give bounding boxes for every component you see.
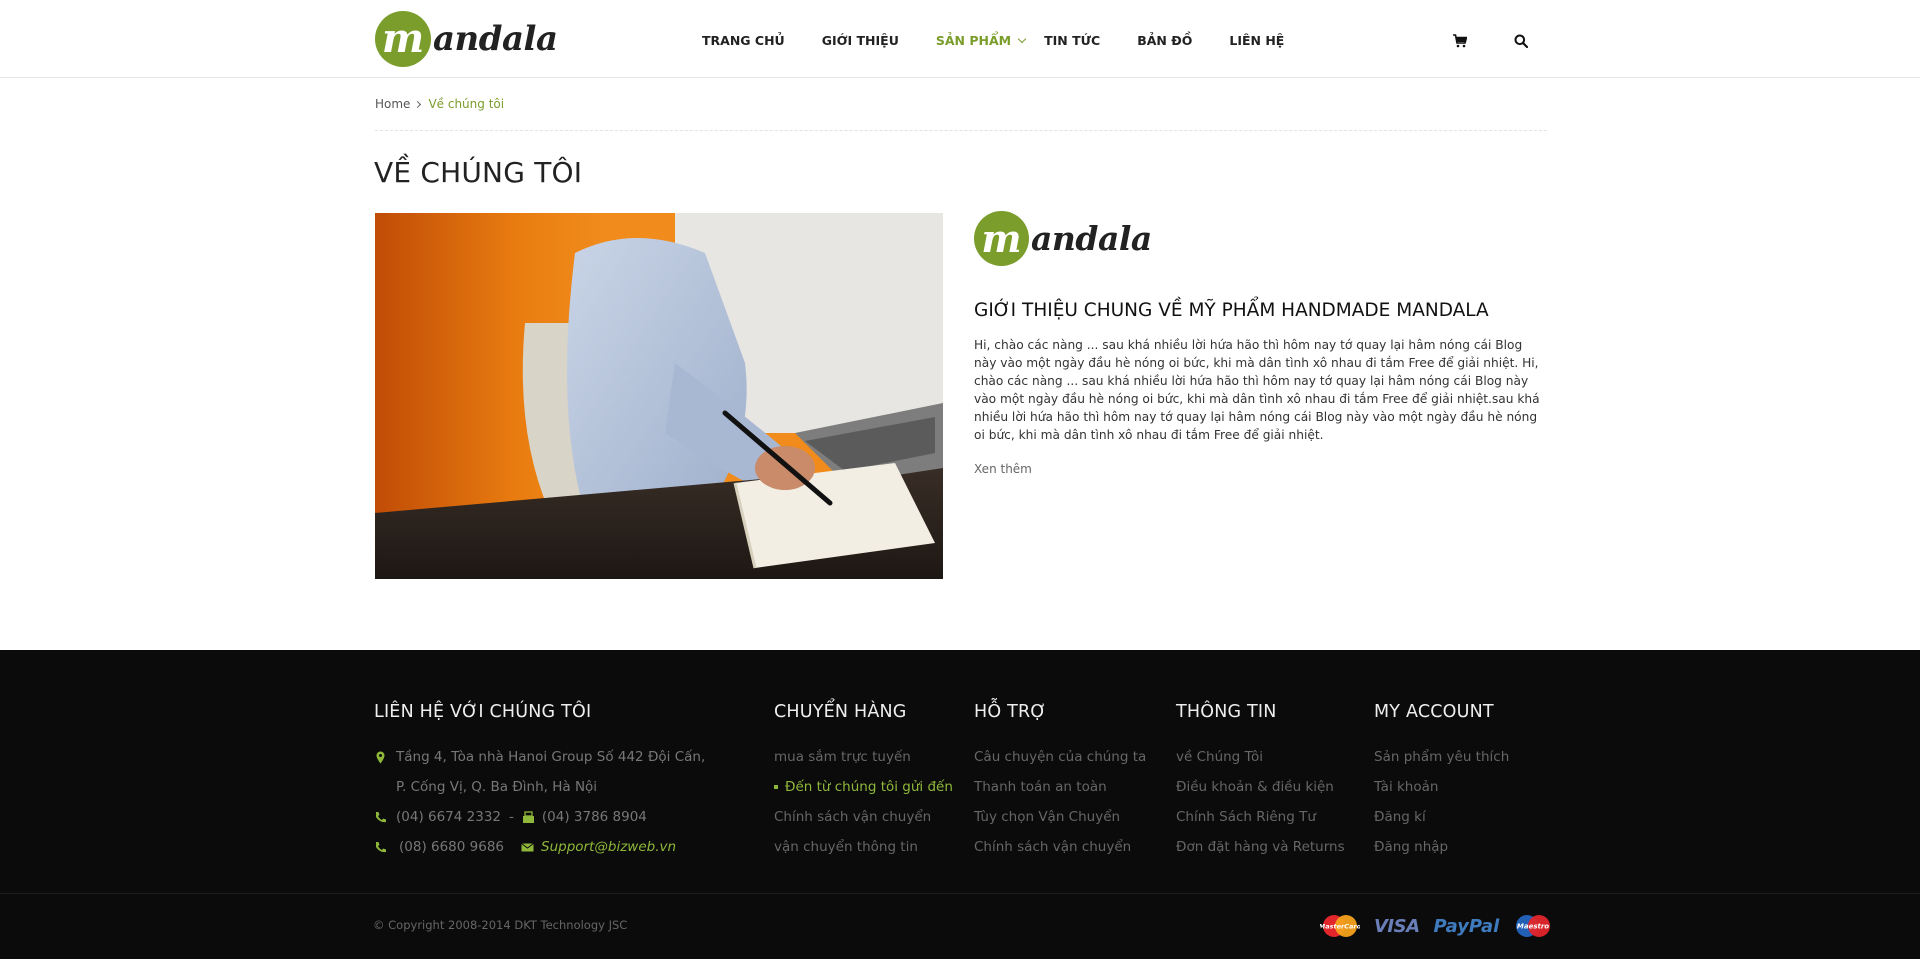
nav-item-home[interactable]: TRANG CHỦ	[702, 33, 785, 48]
phone-1[interactable]: (04) 6674 2332	[396, 802, 501, 832]
site-logo[interactable]: m andala	[375, 10, 558, 68]
footer-link[interactable]: Đăng nhập	[1374, 832, 1509, 862]
footer-shipping-column: CHUYỂN HÀNG mua sắm trực tuyến Đến từ ch…	[774, 702, 953, 862]
footer-contact: LIÊN HỆ VỚI CHÚNG TÔI Tầng 4, Tòa nhà Ha…	[374, 702, 705, 862]
nav-label: TIN TỨC	[1044, 33, 1101, 48]
footer-support-column: HỖ TRỢ Câu chuyện của chúng ta Thanh toá…	[974, 702, 1146, 862]
man-writing-photo-illustration	[375, 213, 943, 579]
footer-link[interactable]: Tài khoản	[1374, 772, 1509, 802]
footer-link[interactable]: Sản phẩm yêu thích	[1374, 742, 1509, 772]
footer-link[interactable]: Đăng kí	[1374, 802, 1509, 832]
nav-label: LIÊN HỆ	[1229, 33, 1285, 48]
about-text: Hi, chào các nàng ... sau khá nhiều lời …	[974, 338, 1540, 442]
nav-item-map[interactable]: BẢN ĐỒ	[1137, 33, 1192, 48]
nav-item-products[interactable]: SẢN PHẨM	[935, 33, 1027, 48]
footer-link[interactable]: Chính sách vận chuyển	[974, 832, 1146, 862]
nav-label: SẢN PHẨM	[935, 33, 1012, 48]
footer-link[interactable]: Chính sách vận chuyển	[774, 802, 953, 832]
phone-email-row: (08) 6680 9686 Support@bizweb.vn	[374, 832, 705, 862]
svg-text:MasterCard: MasterCard	[1320, 923, 1360, 931]
breadcrumb-current: Về chúng tôi	[428, 97, 505, 111]
nav-label: BẢN ĐỒ	[1137, 33, 1193, 48]
chevron-down-icon	[1017, 34, 1027, 43]
support-email-link[interactable]: Support@bizweb.vn	[541, 832, 676, 862]
chevron-right-icon	[414, 100, 422, 108]
maestro-logo: Maestro	[1516, 915, 1551, 937]
nav-item-about[interactable]: GIỚI THIỆU	[822, 33, 899, 48]
phone-icon	[376, 811, 386, 822]
divider	[375, 130, 1547, 131]
breadcrumb: Home Về chúng tôi	[375, 97, 504, 111]
footer-link[interactable]: Thanh toán an toàn	[974, 772, 1146, 802]
search-icon[interactable]	[1514, 34, 1528, 48]
footer-column-title: CHUYỂN HÀNG	[774, 702, 907, 722]
about-heading: GIỚI THIỆU CHUNG VỀ MỸ PHẨM HANDMADE MAN…	[974, 300, 1489, 321]
footer-contact-title: LIÊN HỆ VỚI CHÚNG TÔI	[374, 702, 592, 722]
footer-divider	[0, 893, 1920, 894]
address-line-2: P. Cống Vị, Q. Ba Đình, Hà Nội	[396, 779, 598, 795]
about-logo: m andala	[974, 211, 1152, 266]
nav-item-news[interactable]: TIN TỨC	[1044, 33, 1100, 48]
copyright-text: © Copyright 2008-2014 DKT Technology JSC	[373, 918, 628, 932]
nav-label: TRANG CHỦ	[702, 33, 785, 48]
footer-column-title: THÔNG TIN	[1176, 702, 1277, 722]
logo-mark: m	[974, 211, 1029, 266]
logo-wordmark: andala	[433, 19, 558, 59]
footer-link[interactable]: về Chúng Tôi	[1176, 742, 1345, 772]
site-footer	[0, 650, 1920, 959]
about-photo	[375, 213, 943, 579]
footer-account-column: MY ACCOUNT Sản phẩm yêu thích Tài khoản …	[1374, 702, 1509, 862]
mail-icon	[521, 842, 534, 851]
footer-link[interactable]: Điều khoản & điều kiện	[1176, 772, 1345, 802]
footer-link[interactable]: Câu chuyện của chúng ta	[974, 742, 1146, 772]
phone-row: (04) 6674 2332 - (04) 3786 8904	[374, 802, 705, 832]
footer-column-title: HỖ TRỢ	[974, 702, 1047, 722]
address-line-1: Tầng 4, Tòa nhà Hanoi Group Số 442 Đội C…	[396, 749, 706, 765]
site-header: m andala TRANG CHỦ GIỚI THIỆU SẢN PHẨM T…	[0, 0, 1920, 78]
map-pin-icon	[376, 751, 385, 763]
mastercard-logo: MasterCard	[1320, 915, 1360, 937]
footer-link[interactable]: mua sắm trực tuyến	[774, 742, 953, 772]
phone-2[interactable]: (04) 3786 8904	[542, 802, 647, 832]
footer-link[interactable]: Chính Sách Riêng Tư	[1176, 802, 1345, 832]
nav-label: GIỚI THIỆU	[821, 33, 899, 48]
main-nav: TRANG CHỦ GIỚI THIỆU SẢN PHẨM TIN TỨC BẢ…	[702, 33, 1284, 48]
svg-text:Maestro: Maestro	[1517, 923, 1549, 931]
page-title: VỀ CHÚNG TÔI	[374, 156, 583, 189]
footer-info-column: THÔNG TIN về Chúng Tôi Điều khoản & điều…	[1176, 702, 1345, 862]
footer-link-active[interactable]: Đến từ chúng tôi gửi đến	[774, 772, 953, 802]
fax-icon	[522, 810, 534, 823]
footer-column-title: MY ACCOUNT	[1374, 702, 1494, 722]
cart-icon[interactable]	[1453, 34, 1467, 48]
footer-link[interactable]: Đơn đặt hàng và Returns	[1176, 832, 1345, 862]
read-more-link[interactable]: Xen thêm	[974, 462, 1032, 476]
logo-mark: m	[375, 11, 431, 67]
paypal-logo: PayPal	[1433, 915, 1500, 937]
nav-item-contact[interactable]: LIÊN HỆ	[1229, 33, 1284, 48]
footer-link[interactable]: vận chuyển thông tin	[774, 832, 953, 862]
address-row-2: P. Cống Vị, Q. Ba Đình, Hà Nội	[374, 772, 705, 802]
payment-methods: MasterCard VISA PayPal Maestro	[1306, 914, 1553, 938]
logo-wordmark: andala	[1031, 219, 1152, 258]
phone-separator: -	[509, 809, 514, 825]
phone-3[interactable]: (08) 6680 9686	[399, 832, 504, 862]
footer-link[interactable]: Tùy chọn Vận Chuyển	[974, 802, 1146, 832]
address-row: Tầng 4, Tòa nhà Hanoi Group Số 442 Đội C…	[374, 742, 705, 772]
breadcrumb-home-link[interactable]: Home	[375, 97, 410, 111]
visa-logo: VISA	[1374, 915, 1420, 937]
phone-icon	[376, 841, 386, 852]
